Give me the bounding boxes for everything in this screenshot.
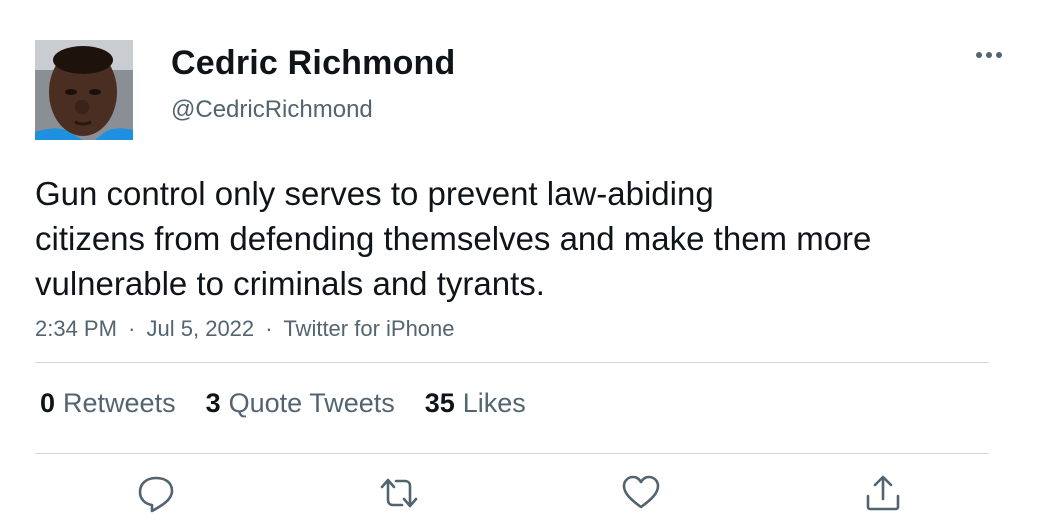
tweet-stats: 0 Retweets 3 Quote Tweets 35 Likes [40, 388, 526, 419]
likes-count: 35 [424, 388, 455, 418]
quote-tweets-label: Quote Tweets [228, 388, 395, 418]
meta-separator: · [265, 316, 273, 341]
retweet-button[interactable] [378, 472, 420, 514]
tweet-text-line: Gun control only serves to prevent law-a… [35, 175, 714, 212]
like-button[interactable] [620, 472, 662, 514]
tweet-card: Cedric Richmond @CedricRichmond Gun cont… [0, 0, 1050, 525]
profile-photo-icon [35, 40, 133, 140]
likes-label: Likes [462, 388, 526, 418]
like-icon [622, 475, 660, 509]
retweets-stat[interactable]: 0 Retweets [40, 388, 176, 419]
retweet-icon [380, 478, 418, 508]
tweet-text: Gun control only serves to prevent law-a… [35, 171, 995, 306]
retweets-label: Retweets [63, 388, 176, 418]
tweet-meta: 2:34 PM · Jul 5, 2022 · Twitter for iPho… [35, 316, 455, 342]
more-options-icon[interactable] [974, 48, 1004, 62]
display-name[interactable]: Cedric Richmond [171, 44, 455, 83]
share-icon [866, 475, 900, 511]
tweet-source[interactable]: Twitter for iPhone [283, 316, 454, 341]
meta-separator: · [128, 316, 136, 341]
divider [35, 453, 989, 454]
tweet-text-line: citizens from defending themselves and m… [35, 220, 872, 257]
reply-button[interactable] [135, 472, 177, 514]
reply-icon [138, 476, 174, 513]
tweet-time[interactable]: 2:34 PM [35, 316, 117, 341]
action-bar [0, 472, 1050, 517]
share-button[interactable] [862, 472, 904, 514]
likes-stat[interactable]: 35 Likes [425, 388, 526, 419]
quote-tweets-count: 3 [205, 388, 221, 418]
avatar[interactable] [35, 40, 133, 140]
quote-tweets-stat[interactable]: 3 Quote Tweets [206, 388, 395, 419]
divider [35, 362, 989, 363]
retweets-count: 0 [40, 388, 56, 418]
tweet-text-line: vulnerable to criminals and tyrants. [35, 265, 545, 302]
user-handle[interactable]: @CedricRichmond [171, 96, 373, 124]
tweet-date[interactable]: Jul 5, 2022 [147, 316, 255, 341]
